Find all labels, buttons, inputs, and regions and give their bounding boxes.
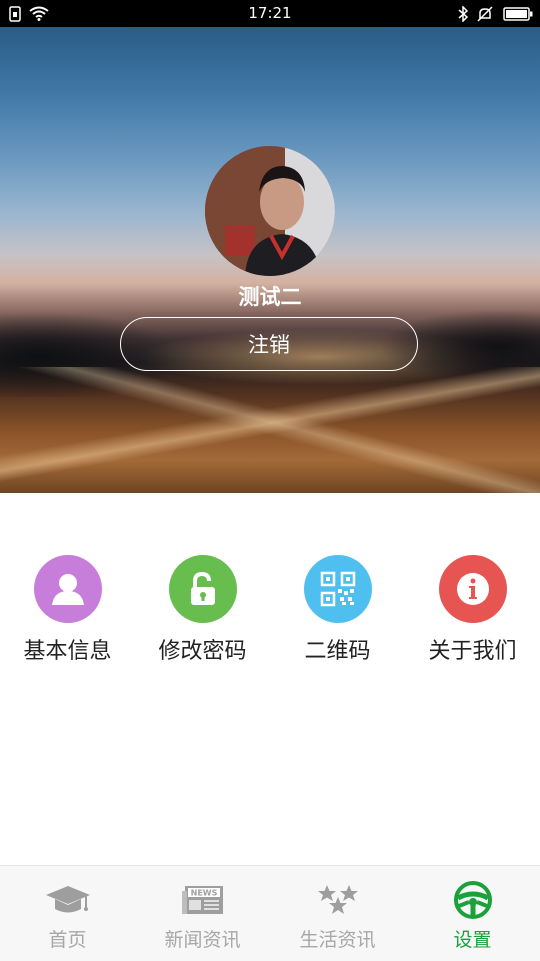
profile-header: 测试二 注销 [0,27,540,493]
username: 测试二 [238,285,302,309]
tab-label: 生活资讯 [299,929,376,951]
tab-settings[interactable]: 设置 [405,866,540,961]
tab-label: 首页 [48,929,87,951]
menu-item-label: 修改密码 [158,639,247,664]
menu-item-about-us[interactable]: 关于我们 [405,555,540,665]
menu-item-label: 二维码 [304,639,371,664]
avatar-photo [205,146,335,276]
unlock-icon [168,555,237,623]
tab-news[interactable]: NEWS 新闻资讯 [135,866,270,961]
steering-wheel-icon [453,880,493,920]
graduation-cap-icon [44,880,92,920]
tab-life[interactable]: 生活资讯 [270,866,405,961]
bluetooth-icon [456,4,470,23]
logout-button[interactable]: 注销 [120,317,418,371]
info-icon [438,555,507,623]
menu-item-change-password[interactable]: 修改密码 [135,555,270,665]
newspaper-icon: NEWS [181,880,225,920]
newspaper-badge-text: NEWS [190,889,217,898]
user-icon [33,555,102,623]
battery-icon [502,4,534,23]
stars-icon [315,880,361,920]
tab-home[interactable]: 首页 [0,866,135,961]
avatar[interactable] [205,146,335,276]
menu-item-basic-info[interactable]: 基本信息 [0,555,135,665]
menu-item-qrcode[interactable]: 二维码 [270,555,405,665]
logout-button-label: 注销 [248,333,290,357]
header-background-road [0,367,540,493]
bottom-nav: 首页 NEWS 新闻资讯 生活资讯 设置 [0,865,540,961]
status-bar: 17:21 [0,0,540,27]
settings-menu: 基本信息 修改密码 二维码 关于我们 [0,555,540,665]
tab-label: 设置 [453,929,492,951]
tab-label: 新闻资讯 [164,929,241,951]
menu-item-label: 关于我们 [428,639,517,664]
mute-icon [476,4,494,23]
qrcode-icon [303,555,372,623]
menu-item-label: 基本信息 [23,639,112,664]
